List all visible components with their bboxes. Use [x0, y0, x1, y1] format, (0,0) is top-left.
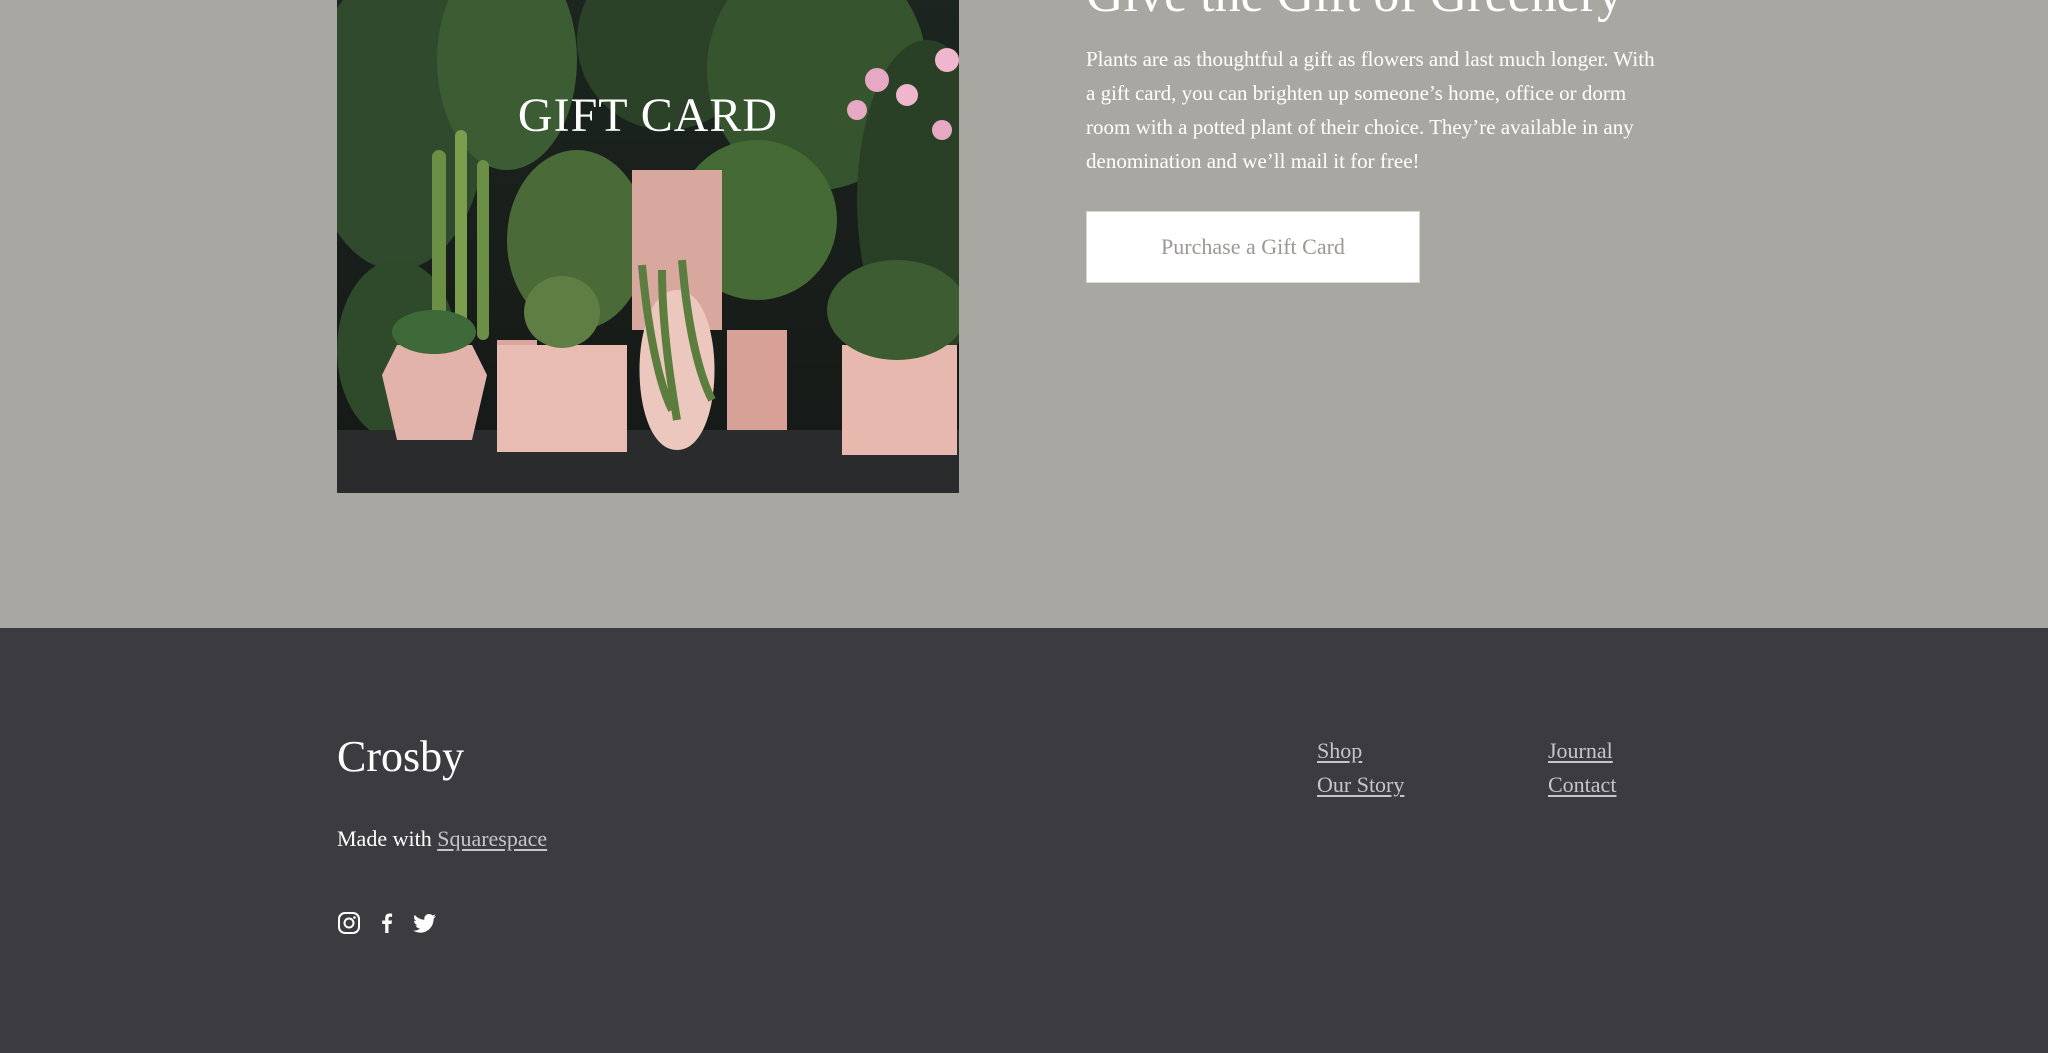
nav-link-shop[interactable]: Shop — [1317, 734, 1404, 768]
made-with-credit: Made with Squarespace — [337, 824, 547, 854]
twitter-icon[interactable] — [413, 911, 437, 935]
gift-description: Plants are as thoughtful a gift as flowe… — [1086, 47, 1655, 173]
nav-link-journal[interactable]: Journal — [1548, 734, 1616, 768]
footer-nav-column-2: Journal Contact — [1548, 734, 1616, 802]
squarespace-link[interactable]: Squarespace — [437, 826, 547, 851]
gift-card-image-label: GIFT CARD — [517, 89, 779, 142]
gift-card-section: GIFT CARD Give the Gift of Greenery Plan… — [0, 0, 2048, 628]
plants-illustration — [337, 0, 959, 493]
footer-logo[interactable]: Crosby — [337, 732, 464, 782]
purchase-gift-card-button[interactable]: Purchase a Gift Card — [1086, 211, 1420, 283]
nav-link-our-story[interactable]: Our Story — [1317, 768, 1404, 802]
site-footer: Crosby Made with Squarespace Shop Our St… — [0, 628, 2048, 1053]
gift-heading: Give the Gift of Greenery — [1086, 0, 1623, 21]
footer-nav-column-1: Shop Our Story — [1317, 734, 1404, 802]
instagram-icon[interactable] — [337, 911, 361, 935]
facebook-icon[interactable] — [375, 911, 399, 935]
gift-card-image[interactable]: GIFT CARD — [337, 0, 959, 493]
social-links — [337, 911, 437, 935]
made-with-prefix: Made with — [337, 826, 432, 851]
nav-link-contact[interactable]: Contact — [1548, 768, 1616, 802]
